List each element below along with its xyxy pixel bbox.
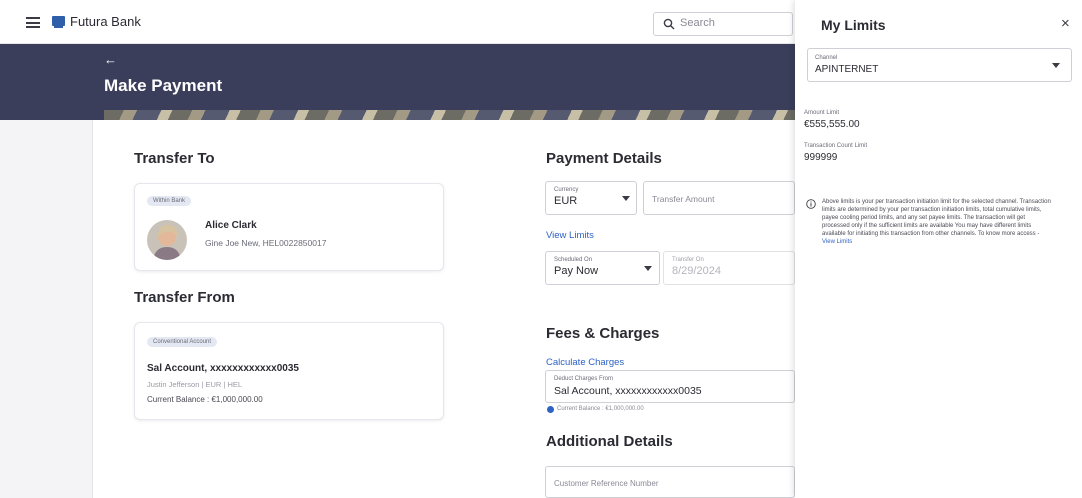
limits-info-text: Above limits is your per transaction ini… [822,199,1051,237]
payee-details: Gine Joe New, HEL0022850017 [205,238,327,248]
account-type-badge: Conventional Account [147,337,218,347]
transfer-from-heading: Transfer From [134,289,235,306]
channel-select[interactable]: Channel APINTERNET [807,48,1072,82]
calculate-charges-link[interactable]: Calculate Charges [546,357,624,368]
limits-info-note: Above limits is your per transaction ini… [822,198,1052,246]
customer-reference-placeholder: Customer Reference Number [554,479,659,488]
transfer-to-heading: Transfer To [134,150,215,167]
drawer-title: My Limits [821,17,886,33]
payment-form-card [92,120,795,498]
source-account-details: Justin Jefferson | EUR | HEL [147,380,243,389]
view-limits-link[interactable]: View Limits [546,230,594,241]
currency-label: Currency [554,187,579,193]
scheduled-on-label: Scheduled On [554,257,593,263]
transfer-on-label: Transfer On [672,257,704,263]
additional-details-heading: Additional Details [546,433,673,450]
customer-reference-field[interactable]: Customer Reference Number [545,466,795,498]
payee-type-badge: Within Bank [147,196,192,206]
search-icon [663,18,675,30]
back-arrow-icon[interactable]: ← [104,52,117,67]
my-limits-drawer: My Limits × Channel APINTERNET Amount Li… [795,0,1082,498]
note-view-limits-link[interactable]: View Limits [822,239,852,245]
chevron-down-icon [644,266,652,271]
source-account-name: Sal Account, xxxxxxxxxxxx0035 [147,363,299,374]
transfer-amount-placeholder: Transfer Amount [652,194,715,204]
amount-limit-label: Amount Limit [804,110,840,116]
count-limit-value: 999999 [804,152,838,163]
chevron-down-icon [622,196,630,201]
channel-label: Channel [815,55,838,61]
deduct-account-balance: Current Balance : €1,000,000.00 [557,406,644,412]
channel-value: APINTERNET [815,64,879,75]
chevron-down-icon [1052,63,1060,68]
transfer-on-value: 8/29/2024 [672,265,721,277]
scheduled-on-select[interactable]: Scheduled On Pay Now [545,251,660,285]
amount-limit-value: €555,555.00 [804,119,860,130]
hamburger-icon[interactable] [26,17,40,28]
currency-select[interactable]: Currency EUR [545,181,637,215]
info-icon [547,406,554,413]
payee-card[interactable]: Within Bank Alice Clark Gine Joe New, HE… [134,183,444,271]
decorative-pattern [104,110,795,120]
source-account-balance: Current Balance : €1,000,000.00 [147,395,263,404]
payee-name: Alice Clark [205,220,257,231]
info-icon [806,199,816,209]
scheduled-on-value: Pay Now [554,265,599,277]
page-title: Make Payment [104,76,223,95]
deduct-charges-value: Sal Account, xxxxxxxxxxxx0035 [554,385,702,397]
search-box[interactable] [653,12,793,36]
deduct-charges-label: Deduct Charges From [554,376,614,382]
brand-name[interactable]: Futura Bank [70,14,141,29]
payee-avatar [147,220,187,260]
search-input[interactable] [680,17,780,29]
source-account-card[interactable]: Conventional Account Sal Account, xxxxxx… [134,322,444,420]
transfer-amount-field[interactable]: Transfer Amount [643,181,795,215]
fees-charges-heading: Fees & Charges [546,325,660,342]
bank-logo-icon [52,16,65,28]
currency-value: EUR [554,195,578,207]
transfer-on-field[interactable]: Transfer On 8/29/2024 [663,251,795,285]
deduct-charges-select[interactable]: Deduct Charges From Sal Account, xxxxxxx… [545,370,795,403]
close-icon[interactable]: × [1061,15,1070,32]
count-limit-label: Transaction Count Limit [804,143,868,149]
payment-details-heading: Payment Details [546,150,662,167]
